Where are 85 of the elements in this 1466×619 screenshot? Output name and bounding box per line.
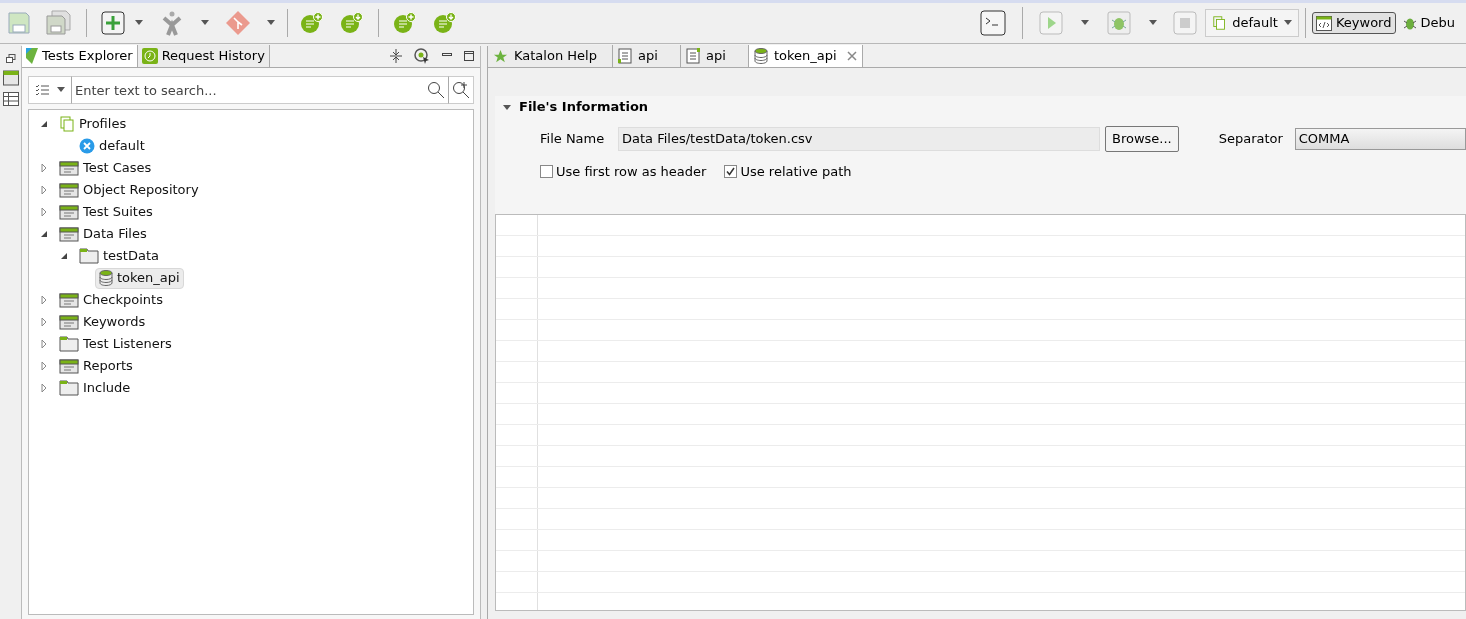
database-icon <box>99 270 113 286</box>
terminal-icon[interactable] <box>979 10 1006 36</box>
browse-button[interactable]: Browse... <box>1105 126 1179 152</box>
search-field[interactable]: Enter text to search... <box>71 76 424 104</box>
person-icon[interactable] <box>161 10 183 36</box>
keyword-view-icon[interactable] <box>2 70 19 86</box>
test-cases-icon <box>59 160 79 176</box>
person-dropdown-caret-icon <box>201 20 209 26</box>
test-suites-icon <box>59 204 79 220</box>
restore-icon[interactable] <box>5 54 16 64</box>
document-list-icon <box>618 48 632 64</box>
tree-item[interactable]: Profiles <box>55 113 131 135</box>
folder-icon <box>79 248 99 264</box>
import-request-icon[interactable] <box>340 12 364 34</box>
reports-icon <box>59 358 79 374</box>
checklist-icon <box>35 83 49 97</box>
checkbox-label: Use first row as header <box>556 163 707 181</box>
checkmark-icon <box>726 167 736 177</box>
tree-item[interactable]: default <box>75 135 149 157</box>
filter-dropdown[interactable] <box>28 76 71 104</box>
editor-tab[interactable]: api <box>613 45 681 67</box>
tree-item[interactable]: testData <box>75 245 163 267</box>
maximize-icon[interactable] <box>464 51 474 61</box>
collapse-all-icon[interactable] <box>390 49 402 63</box>
checkbox[interactable] <box>540 165 553 179</box>
perspective-button[interactable]: Debu <box>1398 12 1459 34</box>
caret-icon <box>57 87 65 93</box>
tree-item[interactable]: Object Repository <box>55 179 203 201</box>
database-icon <box>754 48 768 64</box>
checkbox-label: Use relative path <box>740 163 852 181</box>
clock-icon <box>141 48 158 64</box>
collapse-arrow-icon[interactable] <box>503 103 511 111</box>
editor-tab[interactable]: Katalon Help <box>488 45 613 67</box>
checkbox[interactable] <box>724 165 738 179</box>
tree-item[interactable]: Test Cases <box>55 157 156 179</box>
profiles-icon <box>59 116 75 132</box>
editor-tab[interactable]: token_api <box>749 45 863 67</box>
link-cursor-icon[interactable] <box>414 48 430 64</box>
object-repository-icon <box>59 182 79 198</box>
add-request-icon[interactable] <box>300 12 324 34</box>
panel-tab[interactable]: Tests Explorer <box>22 45 138 67</box>
variable-icon <box>79 138 95 154</box>
editor-tab[interactable]: api <box>681 45 749 67</box>
tree-item[interactable]: Test Suites <box>55 201 157 223</box>
explorer-logo-icon <box>26 48 38 64</box>
git-icon[interactable] <box>225 10 251 36</box>
tree-item[interactable]: Test Listeners <box>55 333 176 355</box>
section-title: File's Information <box>519 98 649 117</box>
code-window-icon <box>1315 15 1332 31</box>
separator-label: Separator <box>1218 130 1284 149</box>
search-button[interactable] <box>424 76 448 104</box>
data-files-icon <box>59 226 79 242</box>
document-list-icon <box>686 48 700 64</box>
git-dropdown-caret-icon <box>267 20 275 26</box>
file-name-label: File Name <box>540 130 606 149</box>
debug-dropdown-caret-icon <box>1148 20 1157 26</box>
advanced-search-icon <box>452 81 470 99</box>
run-dropdown-caret-icon <box>1080 20 1089 26</box>
table-icon[interactable] <box>2 92 19 106</box>
folder-icon <box>59 336 79 352</box>
file-name-field[interactable]: Data Files/testData/token.csv <box>618 127 1100 151</box>
caret-icon <box>1283 20 1292 26</box>
profile-dropdown[interactable]: default <box>1204 9 1299 37</box>
bug-icon[interactable] <box>1106 11 1131 35</box>
add-dropdown-caret-icon <box>135 20 143 26</box>
advanced-search-button[interactable] <box>448 76 474 104</box>
add-icon[interactable] <box>101 11 125 35</box>
checkpoints-icon <box>59 292 79 308</box>
panel-tab[interactable]: Request History <box>137 45 270 67</box>
tree-item[interactable]: token_api <box>95 267 184 289</box>
save-all-icon[interactable] <box>44 10 72 36</box>
profiles-icon <box>1211 15 1227 31</box>
separator-dropdown[interactable]: COMMA <box>1294 128 1466 150</box>
save-icon[interactable] <box>6 10 32 36</box>
star-icon <box>493 48 508 64</box>
tree-item[interactable]: Checkpoints <box>55 289 167 311</box>
tree-item[interactable]: Data Files <box>55 223 151 245</box>
keywords-icon <box>59 314 79 330</box>
perspective-button[interactable]: Keyword <box>1311 12 1396 34</box>
tree-item[interactable]: Keywords <box>55 311 150 333</box>
close-icon[interactable] <box>846 51 857 61</box>
search-icon <box>427 81 445 99</box>
tree-item[interactable]: Reports <box>55 355 137 377</box>
tree-item[interactable]: Include <box>55 377 135 399</box>
folder-icon <box>59 380 79 396</box>
